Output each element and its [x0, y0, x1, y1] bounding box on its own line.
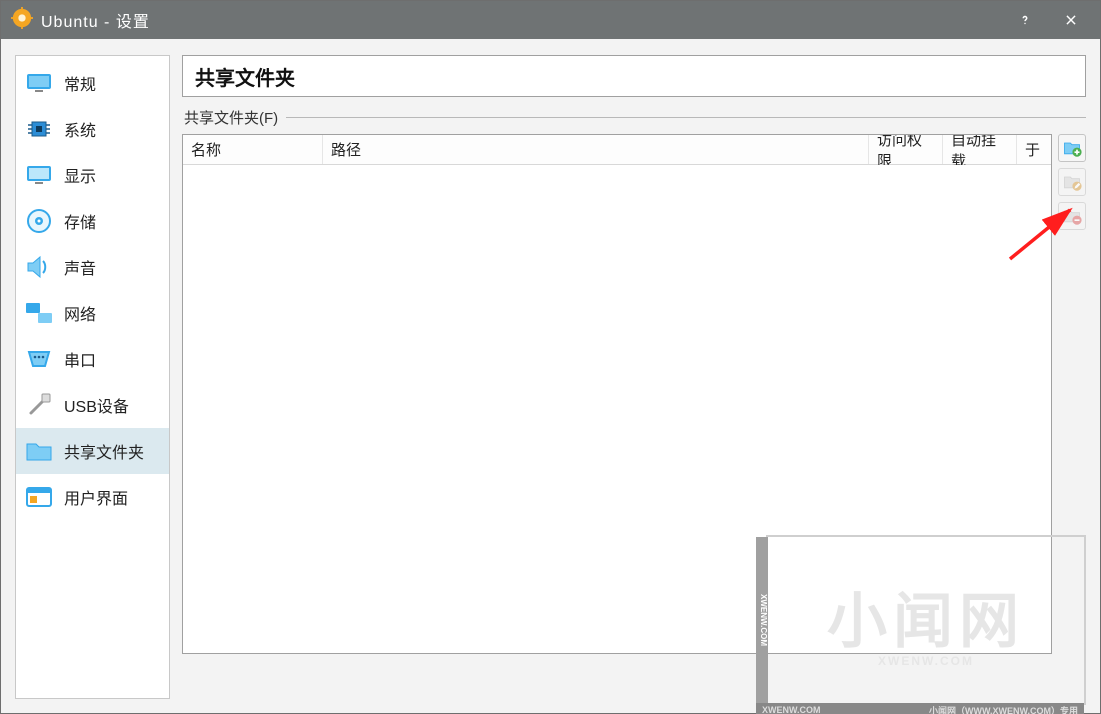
add-folder-button[interactable] — [1058, 134, 1086, 162]
group-label: 共享文件夹(F) — [182, 107, 1086, 128]
serial-port-icon — [24, 344, 54, 374]
folder-icon — [24, 436, 54, 466]
monitor-icon — [24, 68, 54, 98]
sidebar-item-audio[interactable]: 声音 — [16, 244, 169, 290]
settings-window: Ubuntu - 设置 常规 — [0, 0, 1101, 714]
help-button[interactable] — [1002, 1, 1048, 39]
sidebar-item-storage[interactable]: 存储 — [16, 198, 169, 244]
sidebar-item-label: 声音 — [64, 255, 96, 279]
shared-folders-table[interactable]: 名称 路径 访问权限 自动挂载 于 — [182, 134, 1052, 654]
sidebar-item-serial[interactable]: 串口 — [16, 336, 169, 382]
sidebar-item-user-interface[interactable]: 用户界面 — [16, 474, 169, 520]
column-at[interactable]: 于 — [1017, 135, 1051, 164]
column-access[interactable]: 访问权限 — [869, 135, 943, 164]
sidebar-item-general[interactable]: 常规 — [16, 60, 169, 106]
sidebar-item-system[interactable]: 系统 — [16, 106, 169, 152]
sidebar-item-network[interactable]: 网络 — [16, 290, 169, 336]
sidebar-item-display[interactable]: 显示 — [16, 152, 169, 198]
page-title: 共享文件夹 — [182, 55, 1086, 97]
usb-icon — [24, 390, 54, 420]
table-body — [183, 165, 1051, 653]
ui-icon — [24, 482, 54, 512]
group-label-text: 共享文件夹(F) — [184, 107, 278, 128]
sidebar-item-label: 常规 — [64, 71, 96, 95]
watermark-bottom-right: 小闻网（WWW.XWENW.COM）专用 — [929, 704, 1078, 714]
speaker-icon — [24, 252, 54, 282]
network-icon — [24, 298, 54, 328]
sidebar-item-label: 串口 — [64, 347, 96, 371]
content-area: 常规 系统 显示 存储 — [1, 39, 1100, 713]
sidebar-item-label: 共享文件夹 — [64, 439, 144, 463]
sidebar-item-label: 网络 — [64, 301, 96, 325]
column-path[interactable]: 路径 — [323, 135, 869, 164]
titlebar: Ubuntu - 设置 — [1, 1, 1100, 39]
display-icon — [24, 160, 54, 190]
sidebar-item-shared-folders[interactable]: 共享文件夹 — [16, 428, 169, 474]
storage-icon — [24, 206, 54, 236]
watermark-bottom-left: XWENW.COM — [762, 705, 821, 714]
chip-icon — [24, 114, 54, 144]
remove-folder-button[interactable] — [1058, 202, 1086, 230]
settings-gear-icon — [11, 7, 33, 33]
edit-folder-button[interactable] — [1058, 168, 1086, 196]
window-title: Ubuntu - 设置 — [41, 8, 150, 32]
close-button[interactable] — [1048, 1, 1094, 39]
sidebar-item-label: 用户界面 — [64, 485, 128, 509]
watermark-bottom: XWENW.COM 小闻网（WWW.XWENW.COM）专用 — [756, 703, 1084, 714]
sidebar-item-label: USB设备 — [64, 393, 129, 417]
table-toolbar — [1058, 134, 1086, 654]
settings-sidebar: 常规 系统 显示 存储 — [15, 55, 170, 699]
sidebar-item-label: 存储 — [64, 209, 96, 233]
page-title-text: 共享文件夹 — [195, 62, 295, 91]
sidebar-item-label: 系统 — [64, 117, 96, 141]
column-name[interactable]: 名称 — [183, 135, 323, 164]
main-panel: 共享文件夹 共享文件夹(F) 名称 路径 访问权限 自动挂载 于 — [182, 55, 1086, 699]
sidebar-item-usb[interactable]: USB设备 — [16, 382, 169, 428]
sidebar-item-label: 显示 — [64, 163, 96, 187]
table-header: 名称 路径 访问权限 自动挂载 于 — [183, 135, 1051, 165]
column-mount[interactable]: 自动挂载 — [943, 135, 1017, 164]
